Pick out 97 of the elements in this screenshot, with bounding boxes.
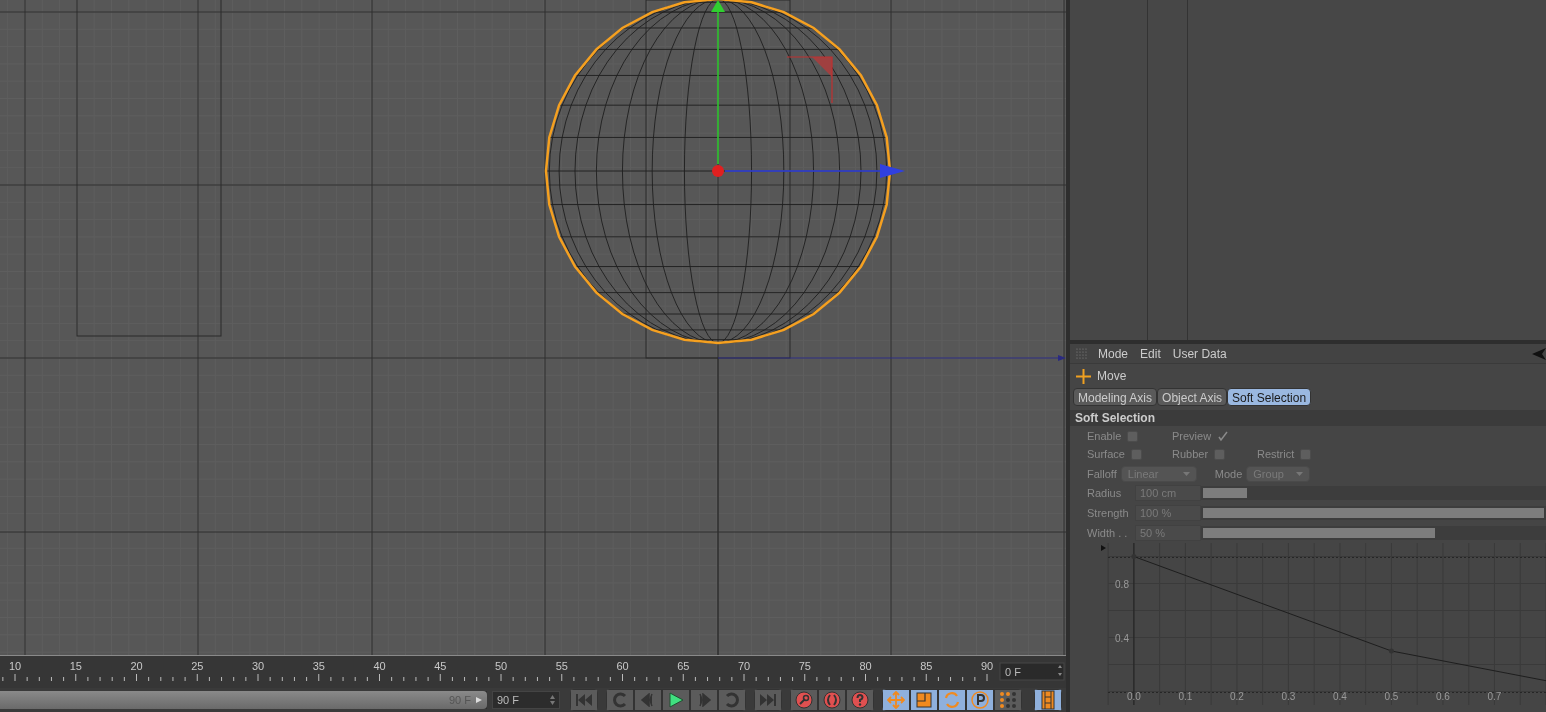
- frame-label: 65: [677, 660, 690, 672]
- axis-tick-label: 0.2: [1229, 691, 1244, 702]
- dropdown-label: Mode: [1214, 466, 1243, 482]
- checkbox[interactable]: [1130, 448, 1142, 460]
- sphere-wireframe-drawing[interactable]: [544, 0, 892, 359]
- checkbox-label: Enable: [1087, 428, 1122, 444]
- axis-tick-label: 0.4: [1115, 632, 1129, 644]
- axis-tick-label: 0.0: [1126, 691, 1141, 702]
- frame-label: 75: [798, 660, 811, 672]
- rotate-tool-icon: [943, 691, 961, 709]
- frame-label: 15: [69, 660, 82, 672]
- slider-label: Strength: [1087, 505, 1130, 521]
- axis-tick-label: 0.3: [1281, 691, 1296, 702]
- tab[interactable]: Object Axis: [1157, 388, 1228, 406]
- menu-item[interactable]: Edit: [1140, 344, 1161, 363]
- checkbox-label: Preview: [1172, 428, 1212, 444]
- frame-label: 10: [8, 660, 22, 672]
- y-axis-arrow[interactable]: [711, 0, 725, 165]
- axis-tick-label: 0.6: [1436, 691, 1450, 702]
- move-tool-button[interactable]: [882, 689, 910, 711]
- axis-tick-label: 0.5: [1384, 691, 1399, 702]
- play-arrow-icon: [475, 696, 483, 704]
- film-strip-button[interactable]: [1034, 689, 1062, 711]
- slider-label: Width . .: [1087, 525, 1129, 541]
- help-button[interactable]: [846, 689, 874, 711]
- checkbox[interactable]: [1300, 448, 1312, 460]
- previous-key-icon: [612, 692, 628, 708]
- frame-label: 50: [494, 660, 508, 672]
- checkbox-label: Surface: [1087, 446, 1125, 462]
- record-key-button[interactable]: [790, 689, 818, 711]
- axis-tick-label: 0.8: [1115, 578, 1129, 590]
- next-key-icon: [724, 692, 740, 708]
- back-arrow-icon[interactable]: [1532, 347, 1546, 360]
- frame-label: 60: [616, 660, 629, 672]
- slider-label: Radius: [1087, 485, 1123, 501]
- point-mode-icon: [999, 691, 1017, 709]
- scale-tool-icon: [915, 691, 933, 709]
- current-frame-field[interactable]: 0 F: [999, 662, 1065, 681]
- next-key-button[interactable]: [718, 689, 746, 711]
- previous-frame-icon: [640, 693, 656, 707]
- record-key-icon: [795, 691, 813, 709]
- tool-title: Move: [1097, 368, 1127, 385]
- frame-label: 70: [737, 660, 751, 672]
- next-frame-icon: [696, 693, 712, 707]
- section-heading: Soft Selection: [1075, 410, 1155, 427]
- menu-item[interactable]: Mode: [1098, 344, 1129, 363]
- rotate-tool-button[interactable]: [938, 689, 966, 711]
- checkbox-label: Rubber: [1172, 446, 1209, 462]
- slider-fill[interactable]: [1203, 488, 1248, 498]
- corner-marker-drawing: [786, 56, 833, 104]
- move-tool-icon: [887, 691, 905, 709]
- frame-label: 90: [980, 660, 994, 672]
- origin-handle-icon[interactable]: [712, 165, 724, 177]
- frame-label: 40: [373, 660, 386, 672]
- checkbox[interactable]: [1214, 448, 1226, 460]
- autokey-button[interactable]: [818, 689, 846, 711]
- play-icon: [668, 692, 684, 708]
- go-to-start-icon: [575, 694, 593, 706]
- checkbox-label: Restrict: [1257, 446, 1295, 462]
- previous-key-button[interactable]: [606, 689, 634, 711]
- tab[interactable]: Soft Selection: [1227, 388, 1312, 406]
- expand-arrow-icon[interactable]: [1101, 545, 1106, 551]
- parameter-tool-icon: [971, 691, 989, 709]
- go-to-end-button[interactable]: [754, 689, 782, 711]
- scale-tool-button[interactable]: [910, 689, 938, 711]
- slider-fill[interactable]: [1203, 528, 1435, 538]
- frame-label: 80: [859, 660, 872, 672]
- spinner-arrows-icon[interactable]: [550, 695, 555, 705]
- falloff-graph[interactable]: 0.0 0.1 0.2 0.3 0.4 0.5 0.6 0.7 0.8 0.4: [1070, 543, 1546, 712]
- point-mode-button[interactable]: [994, 689, 1022, 711]
- caret-icon: [1296, 472, 1304, 476]
- curve-point[interactable]: [1131, 554, 1137, 559]
- frame-label: 30: [251, 660, 265, 672]
- frame-label: 35: [312, 660, 325, 672]
- axis-tick-label: 0.1: [1178, 691, 1193, 702]
- frame-label: 45: [434, 660, 447, 672]
- checkbox[interactable]: [1127, 430, 1139, 442]
- go-to-start-button[interactable]: [570, 689, 598, 711]
- go-to-end-icon: [759, 694, 777, 706]
- axis-tick-label: 0.7: [1487, 691, 1502, 702]
- curve-point[interactable]: [1388, 648, 1394, 654]
- caret-icon: [1182, 472, 1190, 476]
- frame-label: 85: [920, 660, 933, 672]
- dropdown-label: Falloff: [1087, 466, 1117, 482]
- axis-tick-label: 0.4: [1333, 691, 1347, 702]
- menu-item[interactable]: User Data: [1172, 344, 1227, 363]
- frame-label: 20: [130, 660, 143, 672]
- autokey-icon: [823, 691, 841, 709]
- move-cross-icon: [1076, 368, 1091, 384]
- frame-label: 55: [555, 660, 568, 672]
- checkbox[interactable]: [1217, 430, 1229, 442]
- help-icon: [851, 691, 869, 709]
- end-frame-field[interactable]: 90 F: [492, 691, 560, 709]
- parameter-tool-button[interactable]: [966, 689, 994, 711]
- play-button[interactable]: [662, 689, 690, 711]
- frame-label: 25: [191, 660, 204, 672]
- tab[interactable]: Modeling Axis: [1073, 388, 1158, 406]
